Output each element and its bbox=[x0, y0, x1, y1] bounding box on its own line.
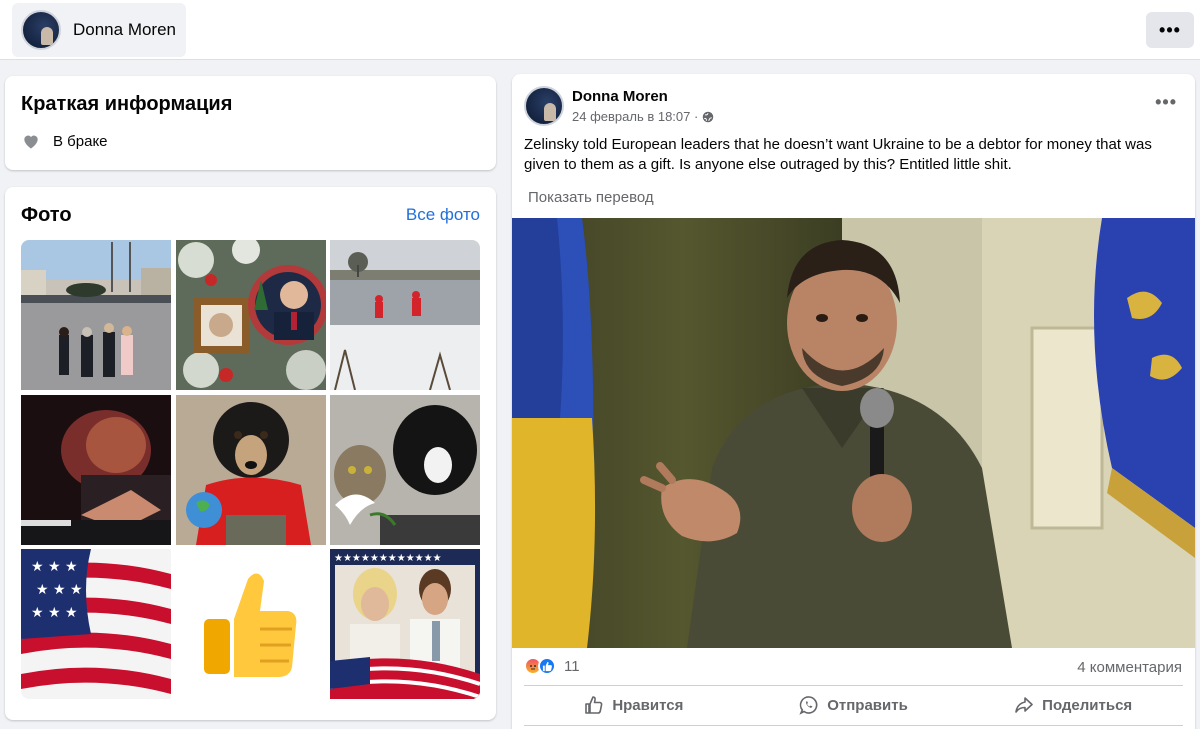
plaza-helicopter-icon bbox=[21, 240, 171, 390]
post-actions: Нравится Отправить Поделиться bbox=[524, 689, 1183, 721]
relationship-status: В браке bbox=[53, 132, 108, 150]
american-flag-icon: ★ ★ ★ ★ ★ ★ ★ ★ ★ bbox=[21, 549, 171, 699]
man-with-microphone-icon bbox=[512, 218, 1195, 648]
share-button[interactable]: Поделиться bbox=[963, 689, 1183, 721]
more-options-button[interactable]: ••• bbox=[1146, 12, 1194, 48]
photos-card: Фото Все фото ★ ★ ★ ★ ★ ★ ★ ★ ★ ★★★★★★★★… bbox=[5, 187, 496, 720]
post-timestamp[interactable]: 24 февраль в 18:07 · bbox=[572, 109, 698, 124]
photos-title: Фото bbox=[21, 204, 72, 226]
reaction-count: 11 bbox=[564, 657, 580, 675]
share-arrow-icon bbox=[1015, 697, 1033, 713]
photo-grid: ★ ★ ★ ★ ★ ★ ★ ★ ★ ★★★★★★★★★★★★ bbox=[21, 240, 480, 699]
photo-thumbnail[interactable] bbox=[21, 394, 171, 545]
profile-name: Donna Moren bbox=[73, 20, 177, 39]
post-meta: 24 февраль в 18:07 · bbox=[572, 109, 714, 124]
show-translation-link[interactable]: Показать перевод bbox=[528, 189, 654, 206]
post-author-name[interactable]: Donna Moren bbox=[572, 88, 668, 105]
profile-chip[interactable]: Donna Moren bbox=[12, 3, 186, 57]
post-options-button[interactable]: ••• bbox=[1155, 92, 1177, 113]
svg-text:★ ★ ★: ★ ★ ★ bbox=[31, 559, 78, 575]
globe-icon bbox=[703, 111, 714, 122]
photo-thumbnail[interactable] bbox=[175, 394, 326, 545]
couple-flag-icon: ★★★★★★★★★★★★ bbox=[330, 549, 480, 699]
photo-thumbnail[interactable] bbox=[21, 240, 171, 390]
relationship-row: В браке bbox=[21, 131, 108, 151]
thumbs-up-icon bbox=[175, 549, 326, 699]
photo-thumbnail[interactable] bbox=[330, 394, 480, 545]
svg-text:★ ★ ★: ★ ★ ★ bbox=[31, 605, 78, 621]
divider bbox=[524, 685, 1183, 686]
profile-header-bar: Donna Moren ••• bbox=[0, 0, 1200, 60]
post-image[interactable] bbox=[512, 218, 1195, 648]
photo-thumbnail[interactable] bbox=[175, 549, 326, 699]
divider bbox=[524, 725, 1183, 726]
send-button[interactable]: Отправить bbox=[744, 689, 964, 721]
post-card: Donna Moren 24 февраль в 18:07 · ••• Zel… bbox=[512, 74, 1195, 729]
photo-thumbnail[interactable] bbox=[330, 240, 480, 390]
comments-count[interactable]: 4 комментария bbox=[1077, 659, 1182, 676]
post-text: Zelinsky told European leaders that he d… bbox=[524, 136, 1152, 173]
photo-thumbnail[interactable]: ★ ★ ★ ★ ★ ★ ★ ★ ★ bbox=[21, 549, 171, 699]
dog-red-sweater-icon bbox=[175, 394, 326, 545]
avatar[interactable] bbox=[524, 86, 564, 126]
portrait-shadow-icon bbox=[21, 394, 171, 545]
intro-title: Краткая информация bbox=[21, 93, 233, 115]
photo-thumbnail[interactable] bbox=[175, 240, 326, 390]
intro-card: Краткая информация В браке bbox=[5, 76, 496, 170]
reactions-summary[interactable]: 11 bbox=[524, 657, 580, 675]
send-label: Отправить bbox=[827, 696, 908, 714]
see-all-photos-link[interactable]: Все фото bbox=[406, 205, 480, 225]
svg-text:★★★★★★★★★★★★: ★★★★★★★★★★★★ bbox=[334, 553, 442, 564]
like-button[interactable]: Нравится bbox=[524, 689, 744, 721]
photo-thumbnail[interactable]: ★★★★★★★★★★★★ bbox=[330, 549, 480, 699]
christmas-ornament-icon bbox=[175, 240, 326, 390]
svg-text:★ ★ ★: ★ ★ ★ bbox=[36, 582, 83, 598]
heart-icon bbox=[24, 135, 38, 149]
avatar bbox=[21, 10, 61, 50]
like-label: Нравится bbox=[612, 696, 684, 714]
whatsapp-icon bbox=[799, 696, 818, 715]
thumbs-up-icon bbox=[585, 696, 603, 714]
share-label: Поделиться bbox=[1042, 696, 1133, 714]
cat-dog-dove-icon bbox=[330, 394, 480, 545]
snowy-pond-icon bbox=[330, 240, 480, 390]
like-reaction-icon bbox=[538, 657, 556, 675]
